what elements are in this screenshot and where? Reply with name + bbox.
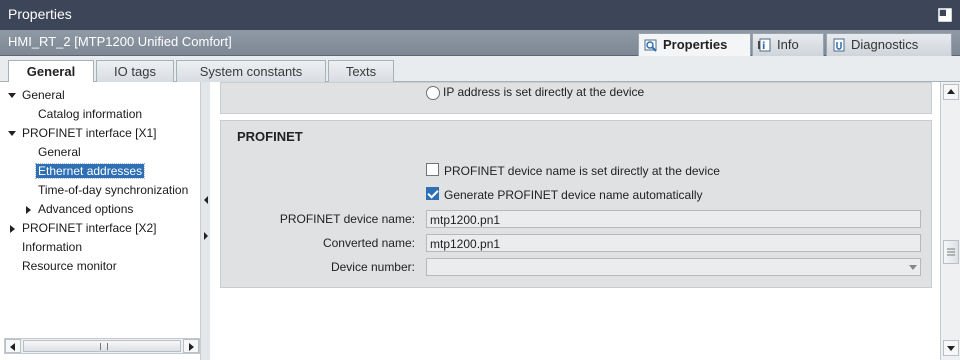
tab-diagnostics[interactable]: Diagnostics	[826, 33, 952, 56]
scroll-left-icon	[10, 343, 15, 351]
scroll-up-icon	[947, 89, 955, 94]
navigation-tree: General Catalog information PROFINET int…	[0, 82, 210, 360]
tab-general[interactable]: General	[8, 60, 94, 83]
expand-right-icon[interactable]	[204, 232, 208, 240]
name-set-at-device-checkbox[interactable]	[426, 163, 439, 176]
profinet-section-heading: PROFINET	[237, 129, 303, 144]
scroll-right-button[interactable]	[183, 339, 199, 353]
tab-properties[interactable]: Properties	[638, 33, 751, 57]
tree-item-label: Ethernet addresses	[34, 163, 146, 179]
tree-item-label: Resource monitor	[22, 259, 117, 273]
diagnostics-icon	[832, 38, 846, 52]
tab-texts[interactable]: Texts	[328, 60, 394, 82]
device-name-label: PROFINET device name:	[279, 212, 415, 226]
ip-address-panel: IP address is set directly at the device	[220, 82, 932, 114]
main-tab-row: General IO tags System constants Texts	[0, 56, 960, 83]
content-vertical-scrollbar[interactable]	[940, 82, 960, 360]
tree-horizontal-scrollbar[interactable]	[4, 338, 200, 354]
tree-item-label: Information	[22, 240, 83, 254]
converted-name-field: mtp1200.pn1	[426, 234, 921, 252]
scroll-down-button[interactable]	[943, 340, 959, 356]
tree-item-label: PROFINET interface [X2]	[22, 221, 157, 235]
collapse-left-icon[interactable]	[204, 196, 208, 204]
scroll-up-button[interactable]	[943, 84, 959, 100]
converted-name-label: Converted name:	[322, 236, 415, 250]
tree-item-label: General	[38, 145, 81, 159]
tree-item-label: Catalog information	[38, 107, 143, 121]
scroll-left-button[interactable]	[5, 339, 21, 353]
tab-info-label: Info	[777, 37, 799, 52]
scroll-down-icon	[947, 346, 955, 351]
panel-splitter[interactable]	[200, 82, 210, 360]
device-number-dropdown	[426, 258, 921, 276]
device-number-label: Device number:	[330, 260, 415, 274]
window-title: Properties	[8, 6, 72, 22]
tab-system-constants[interactable]: System constants	[176, 60, 326, 82]
svg-text:i: i	[762, 41, 765, 52]
tab-diagnostics-label: Diagnostics	[851, 37, 919, 52]
object-bar: HMI_RT_2 [MTP1200 Unified Comfort] Prope…	[0, 30, 960, 57]
tree-item-label: PROFINET interface [X1]	[22, 126, 157, 140]
name-set-at-device-label: PROFINET device name is set directly at …	[444, 164, 720, 178]
tab-properties-label: Properties	[663, 37, 728, 52]
scroll-thumb[interactable]	[23, 340, 181, 352]
tab-info[interactable]: i Info	[752, 33, 824, 56]
ip-set-at-device-label: IP address is set directly at the device	[443, 85, 645, 99]
ip-set-at-device-radio[interactable]	[426, 86, 440, 100]
generate-name-checkbox[interactable]	[426, 187, 439, 200]
grip-icon	[100, 343, 108, 350]
properties-icon	[644, 38, 658, 52]
tab-io-tags[interactable]: IO tags	[96, 60, 174, 82]
info-icon: i	[758, 38, 772, 52]
tree-item-label: Advanced options	[38, 202, 134, 216]
collapse-arrow-icon[interactable]	[26, 206, 31, 214]
object-name: HMI_RT_2 [MTP1200 Unified Comfort]	[8, 34, 232, 49]
tree-item-label: General	[22, 88, 65, 102]
expand-arrow-icon[interactable]	[8, 93, 16, 98]
dock-panel-icon[interactable]	[938, 8, 952, 22]
device-name-field[interactable]: mtp1200.pn1	[426, 210, 921, 228]
scroll-thumb[interactable]	[943, 240, 959, 264]
properties-content: IP address is set directly at the device…	[210, 82, 940, 360]
tree-item-label: Time-of-day synchronization	[38, 183, 189, 197]
expand-arrow-icon[interactable]	[8, 131, 16, 136]
dropdown-arrow-icon	[909, 265, 917, 270]
generate-name-label: Generate PROFINET device name automatica…	[444, 188, 703, 202]
profinet-panel: PROFINET PROFINET device name is set dir…	[220, 120, 932, 288]
properties-title-bar: Properties	[0, 0, 960, 30]
collapse-arrow-icon[interactable]	[10, 225, 15, 233]
scroll-right-icon	[189, 343, 194, 351]
